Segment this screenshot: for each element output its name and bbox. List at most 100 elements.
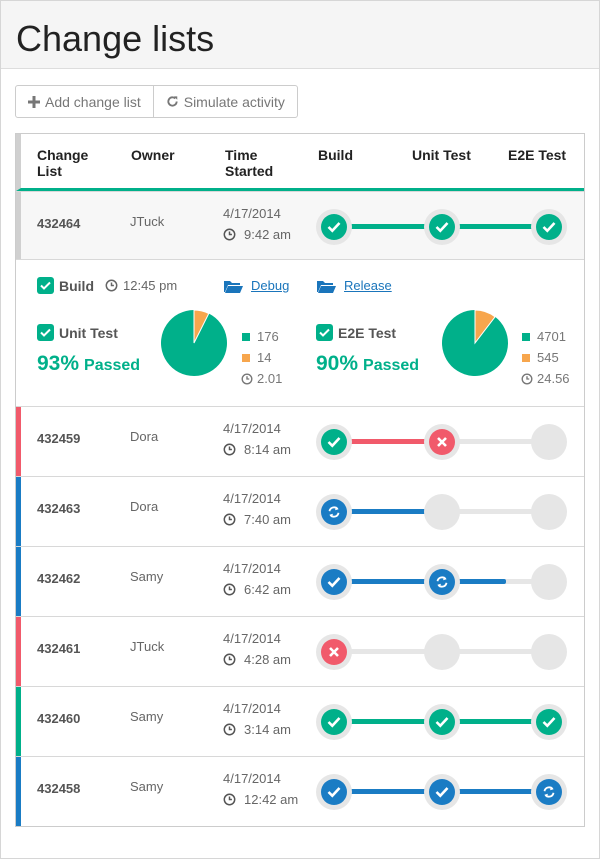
clock-icon: [223, 513, 240, 526]
release-link[interactable]: Release: [316, 278, 392, 293]
table-row[interactable]: 432460 Samy 4/17/2014 3:14 am: [16, 686, 584, 756]
unit-test-status: Unit Test: [37, 324, 118, 341]
build-status: Build: [37, 277, 94, 294]
start-time-value: 9:42 am: [244, 227, 291, 242]
unit-test-failed-value: 14: [257, 350, 272, 365]
simulate-activity-button[interactable]: Simulate activity: [152, 86, 297, 117]
column-change-list[interactable]: Change List: [37, 147, 88, 179]
table-row[interactable]: 432461 JTuck 4/17/2014 4:28 am: [16, 616, 584, 686]
passed-legend-swatch: [522, 332, 530, 341]
build-stage-node[interactable]: [316, 774, 352, 810]
e2e-test-failed-count: 545: [522, 350, 559, 365]
column-time-started[interactable]: Time Started: [225, 147, 273, 179]
clock-icon: [105, 279, 118, 292]
check-icon: [37, 324, 54, 341]
e2e-test-stage-node[interactable]: [531, 424, 567, 460]
add-change-list-button[interactable]: Add change list: [16, 86, 153, 117]
start-time: 3:14 am: [223, 722, 291, 737]
e2e-test-stage-node[interactable]: [531, 209, 567, 245]
row-status-bar: [16, 687, 21, 756]
column-e2e-test[interactable]: E2E Test: [508, 147, 566, 163]
start-date: 4/17/2014: [223, 631, 281, 646]
pipeline-progress: [316, 634, 571, 670]
unit-test-stage-node[interactable]: [424, 494, 460, 530]
e2e-test-stage-node[interactable]: [531, 494, 567, 530]
change-list-detail-panel: Build 12:45 pm Debug Release Unit Test 9…: [16, 259, 584, 406]
unit-test-stage-node[interactable]: [424, 634, 460, 670]
failed-legend-swatch: [242, 353, 250, 362]
folder-open-icon: [224, 280, 243, 293]
start-time: 12:42 am: [223, 792, 298, 807]
sync-icon: [536, 779, 562, 805]
unit-test-stage-node[interactable]: [424, 704, 460, 740]
pipeline-progress: [316, 704, 571, 740]
clock-icon: [223, 793, 240, 806]
start-time: 8:14 am: [223, 442, 291, 457]
e2e-test-passed-count: 4701: [522, 329, 566, 344]
row-status-bar: [16, 407, 21, 476]
table-row[interactable]: 432459 Dora 4/17/2014 8:14 am: [16, 406, 584, 476]
unit-test-duration: 2.01: [241, 371, 282, 386]
table-row[interactable]: 432462 Samy 4/17/2014 6:42 am: [16, 546, 584, 616]
e2e-test-stage-node[interactable]: [531, 704, 567, 740]
page-header: Change lists: [1, 1, 599, 69]
table-header: Change List Owner Time Started Build Uni…: [16, 134, 584, 191]
owner-name: Dora: [130, 429, 159, 444]
pipeline-progress: [316, 209, 571, 245]
check-icon: [321, 214, 347, 240]
start-time: 7:40 am: [223, 512, 291, 527]
build-time: 12:45 pm: [105, 278, 177, 293]
column-unit-test[interactable]: Unit Test: [412, 147, 471, 163]
build-stage-node[interactable]: [316, 564, 352, 600]
unit-test-stage-node[interactable]: [424, 424, 460, 460]
build-stage-node[interactable]: [316, 494, 352, 530]
x-icon: [429, 429, 455, 455]
plus-icon: [28, 95, 40, 108]
e2e-test-stage-node[interactable]: [531, 774, 567, 810]
row-status-bar: [16, 617, 21, 686]
table-row[interactable]: 432463 Dora 4/17/2014 7:40 am: [16, 476, 584, 546]
pipeline-progress-fill: [334, 579, 506, 584]
unit-test-pct: 93%: [37, 352, 80, 375]
owner-name: Dora: [130, 499, 159, 514]
check-icon: [536, 709, 562, 735]
e2e-test-stage-node[interactable]: [531, 634, 567, 670]
owner-name: JTuck: [130, 639, 165, 654]
column-owner[interactable]: Owner: [131, 147, 175, 163]
check-icon: [321, 779, 347, 805]
e2e-test-duration: 24.56: [521, 371, 570, 386]
table-row[interactable]: 432464 JTuck 4/17/2014 9:42 am: [16, 191, 584, 259]
unit-test-stage-node[interactable]: [424, 564, 460, 600]
clock-icon: [223, 723, 240, 736]
unit-test-stage-node[interactable]: [424, 774, 460, 810]
column-build[interactable]: Build: [318, 147, 353, 163]
start-time: 6:42 am: [223, 582, 291, 597]
debug-link[interactable]: Debug: [223, 278, 289, 293]
check-icon: [429, 214, 455, 240]
unit-test-stage-node[interactable]: [424, 209, 460, 245]
row-status-bar: [16, 547, 21, 616]
build-stage-node[interactable]: [316, 634, 352, 670]
start-time-value: 7:40 am: [244, 512, 291, 527]
table-row[interactable]: 432458 Samy 4/17/2014 12:42 am: [16, 756, 584, 826]
pipeline-progress: [316, 494, 571, 530]
check-icon: [321, 569, 347, 595]
build-label: Build: [59, 277, 94, 294]
build-stage-node[interactable]: [316, 424, 352, 460]
e2e-test-stage-node[interactable]: [531, 564, 567, 600]
start-date: 4/17/2014: [223, 771, 281, 786]
e2e-test-failed-value: 545: [537, 350, 559, 365]
unit-test-duration-value: 2.01: [257, 371, 283, 386]
start-time-value: 8:14 am: [244, 442, 291, 457]
build-stage-node[interactable]: [316, 209, 352, 245]
start-date: 4/17/2014: [223, 561, 281, 576]
build-stage-node[interactable]: [316, 704, 352, 740]
owner-name: JTuck: [130, 214, 165, 229]
failed-legend-swatch: [522, 353, 530, 362]
e2e-test-pct: 90%: [316, 352, 359, 375]
start-date: 4/17/2014: [223, 421, 281, 436]
start-time-value: 12:42 am: [244, 792, 299, 807]
start-date: 4/17/2014: [223, 491, 281, 506]
page-title: Change lists: [16, 18, 215, 59]
check-icon: [429, 779, 455, 805]
